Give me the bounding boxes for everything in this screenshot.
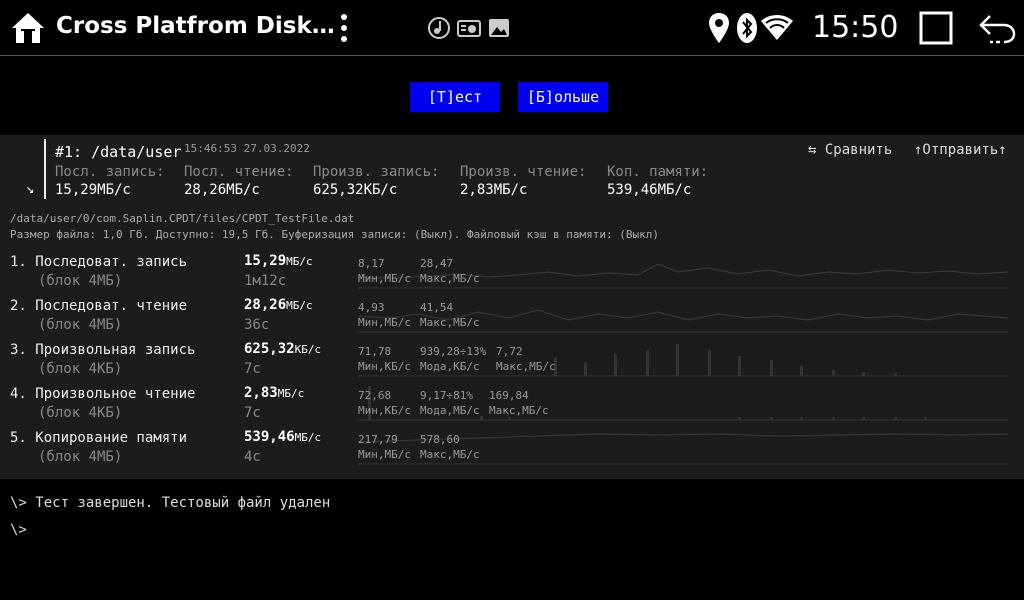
run-timestamp: 15:46:53 27.03.2022 bbox=[184, 142, 310, 155]
stat-label: Мин,МБ/с bbox=[358, 448, 411, 461]
test-duration: 7с bbox=[244, 361, 261, 377]
summary-label: Коп. памяти: bbox=[607, 164, 709, 180]
test-value-number: 539,46 bbox=[244, 429, 295, 445]
stat-value: 4,93 bbox=[358, 301, 385, 314]
results-panel: ↘ #1: /data/user 15:46:53 27.03.2022 ⇆ С… bbox=[0, 135, 1024, 479]
stat-value: 217,79 bbox=[358, 433, 398, 446]
test-value-unit: МБ/с bbox=[294, 431, 322, 444]
image-icon bbox=[489, 19, 509, 37]
stat-value: 28,47 bbox=[420, 257, 454, 270]
test-duration: 7с bbox=[244, 405, 261, 421]
test-value: 625,32КБ/с bbox=[244, 341, 321, 357]
test-button[interactable]: [Т]ест bbox=[410, 82, 500, 112]
music-note-icon bbox=[428, 17, 450, 39]
test-row: 5. Копирование памяти (блок 4МБ) 539,46М… bbox=[0, 429, 1024, 474]
test-value-unit: МБ/с bbox=[286, 255, 313, 268]
more-vert-icon[interactable] bbox=[334, 12, 354, 44]
test-duration: 4с bbox=[244, 449, 261, 465]
test-value-number: 625,32 bbox=[244, 341, 295, 357]
stat-value: 939,28÷13% bbox=[420, 345, 487, 358]
expand-arrow-icon[interactable]: ↘ bbox=[26, 181, 34, 197]
test-name: 4. Произвольное чтение bbox=[10, 386, 196, 402]
test-name: 3. Произвольная запись bbox=[10, 342, 196, 358]
more-button[interactable]: [Б]ольше bbox=[518, 82, 608, 112]
radio-icon bbox=[457, 20, 481, 37]
test-value: 15,29МБ/с bbox=[244, 253, 313, 269]
stat-value: 71,78 bbox=[358, 345, 392, 358]
stat-value: 578,60 bbox=[420, 433, 460, 446]
house-icon[interactable] bbox=[10, 11, 46, 45]
stat-label: Мин,МБ/с bbox=[358, 272, 411, 285]
stat-label: Макс,МБ/с bbox=[489, 404, 549, 417]
summary-value: 625,32КБ/с bbox=[313, 182, 398, 198]
stat-label: Мин,МБ/с bbox=[358, 316, 411, 329]
test-value-number: 28,26 bbox=[244, 297, 287, 313]
test-duration: 36с bbox=[244, 317, 270, 333]
test-block: (блок 4МБ) bbox=[38, 449, 123, 465]
send-button[interactable]: ↑Отправить↑ bbox=[914, 142, 1007, 158]
stat-value: 41,54 bbox=[420, 301, 454, 314]
back-arrow-icon[interactable] bbox=[978, 12, 1016, 44]
test-value: 2,83МБ/с bbox=[244, 385, 304, 401]
test-name: 5. Копирование памяти bbox=[10, 430, 188, 446]
stat-label: Макс,МБ/с bbox=[420, 316, 480, 329]
test-block: (блок 4МБ) bbox=[38, 317, 123, 333]
stat-label: Макс,МБ/с bbox=[420, 448, 480, 461]
test-row: 2. Последоват. чтение (блок 4МБ) 28,26МБ… bbox=[0, 297, 1024, 342]
location-icon bbox=[709, 13, 729, 43]
test-value-number: 15,29 bbox=[244, 253, 287, 269]
test-name: 1. Последоват. запись bbox=[10, 254, 188, 270]
stat-value: 7,72 bbox=[496, 345, 523, 358]
test-value-number: 2,83 bbox=[244, 385, 278, 401]
summary-label: Произв. запись: bbox=[313, 164, 440, 180]
stat-label: Мода,МБ/с bbox=[420, 404, 480, 417]
summary-value: 2,83МБ/с bbox=[460, 182, 528, 198]
stat-value: 72,68 bbox=[358, 389, 392, 402]
test-row: 1. Последоват. запись (блок 4МБ) 15,29МБ… bbox=[0, 253, 1024, 298]
stat-label: Макс,МБ/с bbox=[420, 272, 480, 285]
test-row: 3. Произвольная запись (блок 4КБ) 625,32… bbox=[0, 341, 1024, 386]
stat-label: Мода,КБ/с bbox=[420, 360, 480, 373]
file-info: Размер файла: 1,0 Гб. Доступно: 19,5 Гб.… bbox=[10, 228, 660, 241]
test-value-unit: КБ/с bbox=[294, 343, 322, 356]
stat-label: Мин,КБ/с bbox=[358, 360, 411, 373]
top-bar: Cross Platfrom Disk… 15:50 bbox=[0, 0, 1024, 56]
summary-value: 28,26МБ/с bbox=[184, 182, 260, 198]
stat-value: 169,84 bbox=[489, 389, 529, 402]
test-value-unit: МБ/с bbox=[286, 299, 313, 312]
run-title: #1: /data/user bbox=[55, 143, 182, 161]
test-block: (блок 4КБ) bbox=[38, 361, 123, 377]
console-prompt[interactable]: \> bbox=[10, 522, 27, 538]
test-value-unit: МБ/с bbox=[277, 387, 305, 400]
compare-button[interactable]: ⇆ Сравнить bbox=[808, 142, 892, 158]
test-value: 539,46МБ/с bbox=[244, 429, 321, 445]
file-path: /data/user/0/com.Saplin.CPDT/files/CPDT_… bbox=[10, 212, 355, 225]
test-block: (блок 4МБ) bbox=[38, 273, 123, 289]
test-duration: 1м12с bbox=[244, 273, 287, 289]
bluetooth-icon bbox=[737, 13, 757, 43]
summary-value: 15,29МБ/с bbox=[55, 182, 131, 198]
status-clock: 15:50 bbox=[812, 10, 899, 45]
result-divider bbox=[44, 139, 46, 199]
test-block: (блок 4КБ) bbox=[38, 405, 123, 421]
app-title: Cross Platfrom Disk… bbox=[56, 13, 335, 39]
stat-value: 8,17 bbox=[358, 257, 385, 270]
summary-label: Произв. чтение: bbox=[460, 164, 587, 180]
test-name: 2. Последоват. чтение bbox=[10, 298, 188, 314]
console-line: \> Тест завершен. Тестовый файл удален bbox=[10, 495, 331, 511]
recents-square-icon[interactable] bbox=[918, 11, 954, 45]
stat-label: Мин,КБ/с bbox=[358, 404, 411, 417]
stat-value: 9,17÷81% bbox=[420, 389, 473, 402]
summary-value: 539,46МБ/с bbox=[607, 182, 692, 198]
test-row: 4. Произвольное чтение (блок 4КБ) 2,83МБ… bbox=[0, 385, 1024, 430]
wifi-icon bbox=[761, 15, 793, 40]
summary-label: Посл. чтение: bbox=[184, 164, 294, 180]
stat-label: Макс,МБ/с bbox=[496, 360, 556, 373]
test-value: 28,26МБ/с bbox=[244, 297, 313, 313]
summary-label: Посл. запись: bbox=[55, 164, 165, 180]
